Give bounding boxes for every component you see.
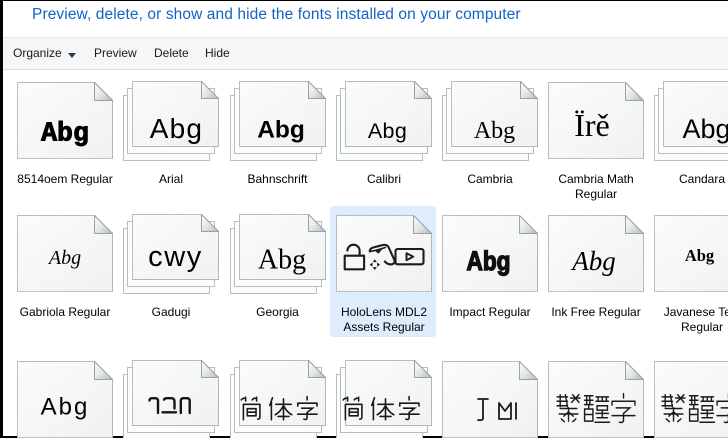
svg-text:Abg: Abg [150, 113, 203, 144]
svg-text:Ïrě: Ïrě [574, 107, 610, 143]
svg-text:cwy: cwy [148, 241, 203, 273]
svg-text:Abg: Abg [685, 246, 715, 265]
svg-text:Abg: Abg [466, 246, 510, 276]
svg-text:Abg: Abg [682, 114, 728, 144]
svg-text:Abg: Abg [257, 117, 305, 144]
svg-text:Abg: Abg [41, 119, 89, 149]
svg-text:Abg: Abg [47, 247, 81, 269]
svg-text:Abg: Abg [41, 394, 90, 421]
svg-text:Abg: Abg [368, 119, 407, 143]
svg-text:Abg: Abg [474, 118, 515, 144]
svg-text:Abg: Abg [257, 245, 305, 276]
svg-text:Abg: Abg [570, 246, 616, 276]
